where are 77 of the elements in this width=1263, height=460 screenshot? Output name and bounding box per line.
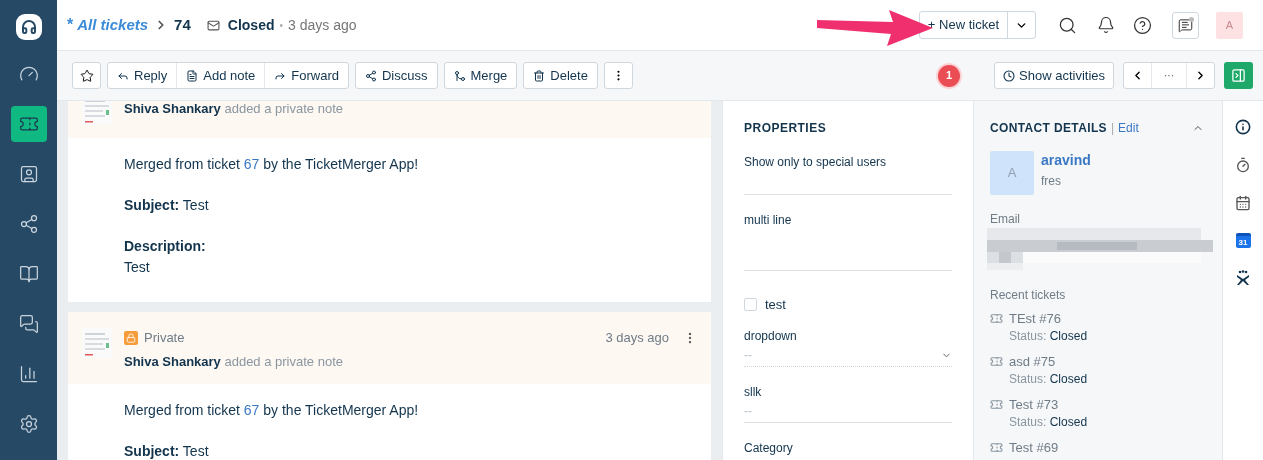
field-label: Show only to special users xyxy=(744,154,888,171)
field-label: dropdown xyxy=(744,327,798,345)
ticket-status-line: Status: Closed xyxy=(1009,414,1088,431)
clock-icon xyxy=(1003,69,1015,82)
starred-marker: * xyxy=(67,15,74,35)
contact-avatar: A xyxy=(990,151,1034,195)
stopwatch-icon[interactable] xyxy=(1235,157,1251,173)
title-divider: | xyxy=(1110,120,1115,137)
mail-icon xyxy=(206,18,220,32)
ticket-icon xyxy=(990,312,1003,325)
ticket-icon[interactable] xyxy=(10,106,47,142)
panel-icon xyxy=(1231,68,1246,83)
discuss-button[interactable]: Discuss xyxy=(356,63,437,88)
recent-tickets-label: Recent tickets xyxy=(990,287,1067,304)
contact-company: fres xyxy=(1041,173,1062,190)
star-icon xyxy=(79,68,94,83)
panel-toggle-button[interactable] xyxy=(1224,62,1253,89)
recent-ticket-link[interactable]: asd #75 xyxy=(1009,353,1088,370)
merge-icon xyxy=(453,69,466,82)
calendar-app-icon[interactable]: 31 xyxy=(1235,233,1251,248)
recent-ticket-link[interactable]: TEst #76 xyxy=(1009,310,1088,327)
checkbox-label: test xyxy=(765,296,786,314)
note-message: Merged from ticket 67 by the TicketMerger App! xyxy=(124,401,420,420)
note-author-line: Shiva Shankary added a private note xyxy=(124,352,344,371)
ticket-status: Closed xyxy=(227,15,275,35)
field-label: Description: xyxy=(124,237,207,256)
field-label: Category xyxy=(744,439,794,457)
discuss-icon xyxy=(365,69,377,82)
recent-ticket-link[interactable]: Test #73 xyxy=(1009,396,1088,413)
star-button[interactable] xyxy=(72,62,101,89)
notification-badge: 1 xyxy=(938,64,960,87)
contact-name[interactable]: aravind xyxy=(1041,151,1091,169)
forward-button[interactable]: Forward xyxy=(264,63,348,88)
note-author-line: Shiva Shankary added a private note xyxy=(124,101,344,118)
lock-icon xyxy=(124,330,138,345)
contact-details-title: CONTACT DETAILS xyxy=(990,120,1107,137)
ticket-age: 3 days ago xyxy=(288,15,357,35)
ticket-number: 74 xyxy=(174,14,191,35)
ticket-status-line: Status: Closed xyxy=(1009,371,1088,388)
private-label: Private xyxy=(144,329,185,347)
help-icon[interactable] xyxy=(1133,15,1152,35)
recent-ticket-link[interactable]: Test #69 xyxy=(1009,439,1059,456)
reply-button[interactable]: Reply xyxy=(108,63,177,88)
ticket-icon xyxy=(990,398,1003,411)
edit-link[interactable]: Edit xyxy=(1118,119,1139,137)
new-ticket-button[interactable]: + New ticket xyxy=(919,12,1007,38)
all-tickets-link[interactable]: All tickets xyxy=(77,13,149,37)
ticket-link[interactable]: 67 xyxy=(243,402,260,418)
show-activities-button[interactable]: Show activities xyxy=(994,62,1114,89)
add-note-button[interactable]: Add note xyxy=(176,63,265,88)
note-icon xyxy=(186,69,199,82)
field-value: Test xyxy=(124,258,151,277)
search-icon[interactable] xyxy=(1058,15,1077,35)
merge-button[interactable]: Merge xyxy=(444,63,517,88)
field-label: multi line xyxy=(744,212,793,229)
chat-status-button[interactable] xyxy=(1172,11,1199,39)
delete-button[interactable]: Delete xyxy=(524,63,597,88)
info-icon[interactable] xyxy=(1235,119,1251,135)
email-label: Email xyxy=(990,211,1021,228)
ticket-icon xyxy=(990,355,1003,368)
separator-dot: • xyxy=(279,18,283,33)
ticket-icon xyxy=(990,441,1003,454)
note-time: 3 days ago xyxy=(605,329,669,347)
calendar-icon[interactable] xyxy=(1235,195,1251,211)
properties-title: PROPERTIES xyxy=(744,120,828,137)
checkbox[interactable] xyxy=(744,298,757,312)
ticket-status-line: Status: Closed xyxy=(1009,328,1088,345)
chat-icon xyxy=(1178,17,1193,33)
note-message: Merged from ticket 67 by the TicketMerger App! xyxy=(124,155,420,174)
figure-app-icon[interactable] xyxy=(1236,270,1250,286)
ticket-link[interactable]: 67 xyxy=(243,156,260,172)
field-label: sllk xyxy=(744,383,763,401)
trash-icon xyxy=(533,69,546,82)
notification-bell-icon[interactable] xyxy=(1097,16,1115,34)
headset-logo-icon[interactable] xyxy=(15,14,42,40)
note-field: Subject: Test xyxy=(124,441,691,460)
note-field: Subject: Test xyxy=(124,195,691,216)
